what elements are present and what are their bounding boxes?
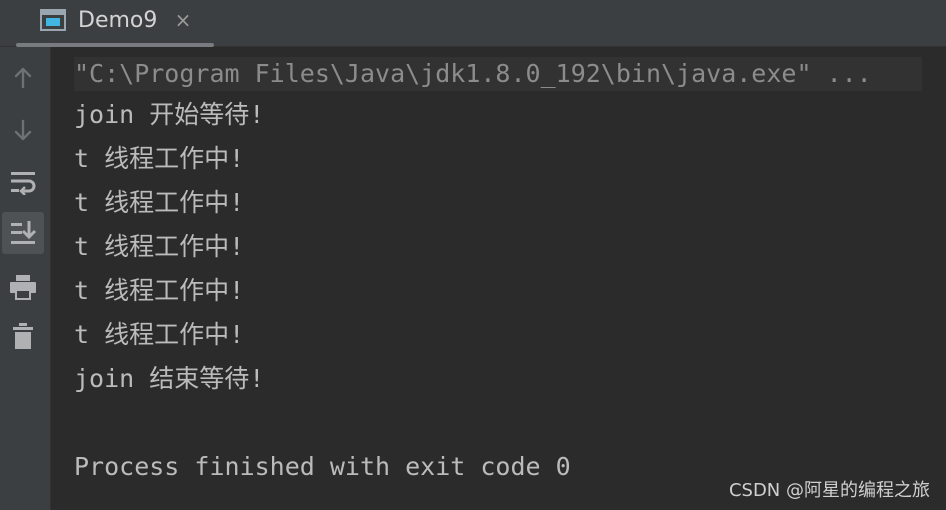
console-line: t 线程工作中! xyxy=(74,144,245,173)
up-arrow-icon[interactable] xyxy=(2,57,44,99)
trash-icon[interactable] xyxy=(2,315,44,357)
tab-bar: Demo9 × xyxy=(0,0,946,47)
exit-status-line: Process finished with exit code 0 xyxy=(74,452,571,481)
scroll-to-end-icon[interactable] xyxy=(2,212,44,254)
print-icon[interactable] xyxy=(2,266,44,308)
console-line: t 线程工作中! xyxy=(74,232,245,261)
soft-wrap-icon[interactable] xyxy=(2,161,44,203)
close-icon[interactable]: × xyxy=(174,10,192,30)
console-line: t 线程工作中! xyxy=(74,320,245,349)
down-arrow-icon[interactable] xyxy=(2,109,44,151)
console-line: join 开始等待! xyxy=(74,100,265,129)
console-toolbar xyxy=(0,47,51,510)
tab-demo9[interactable]: Demo9 × xyxy=(16,0,214,47)
console-output[interactable]: "C:\Program Files\Java\jdk1.8.0_192\bin\… xyxy=(52,47,946,510)
run-console-icon xyxy=(40,9,66,31)
console-line: join 结束等待! xyxy=(74,364,265,393)
watermark: CSDN @阿星的编程之旅 xyxy=(728,480,930,501)
console-line: t 线程工作中! xyxy=(74,276,245,305)
console-line: t 线程工作中! xyxy=(74,188,245,217)
tab-label: Demo9 xyxy=(78,8,158,33)
command-line[interactable]: "C:\Program Files\Java\jdk1.8.0_192\bin\… xyxy=(74,57,922,91)
